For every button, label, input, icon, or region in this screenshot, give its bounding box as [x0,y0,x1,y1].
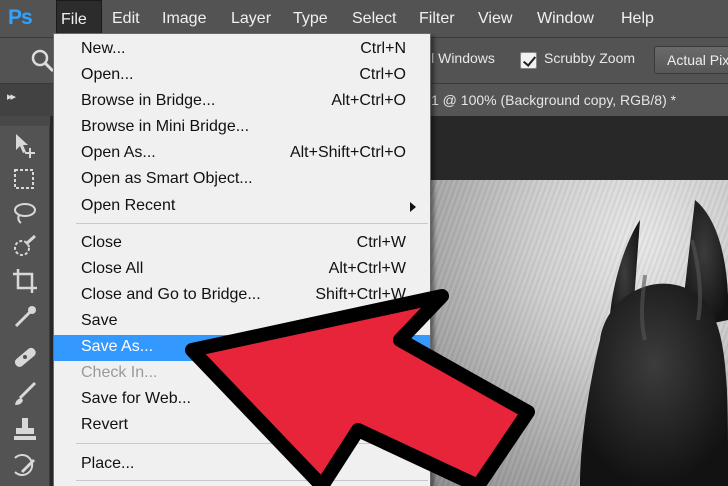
menu-item-open-recent[interactable]: Open Recent [54,194,430,220]
menu-item-label: Open As... [81,144,156,161]
marquee-tool-icon[interactable] [10,164,40,194]
menu-help[interactable]: Help [617,0,658,38]
menu-item-shortcut: Ctrl+O [359,66,406,83]
menu-item-label: Close and Go to Bridge... [81,286,261,303]
brush-tool-icon[interactable] [10,378,40,408]
menu-item-label: Open... [81,66,134,83]
menu-item-shortcut: Alt+Ctrl+O [331,92,406,109]
menu-item-label: New... [81,40,126,57]
menu-item-close-and-go-to-bridge[interactable]: Close and Go to Bridge... Shift+Ctrl+W [54,283,430,309]
menu-item-shortcut: Alt+Shift+Ctrl+O [289,144,406,161]
menu-item-label: Revert [81,416,129,433]
menu-item-shortcut: Ctrl+N [360,40,406,57]
menu-item-label: Close All [81,260,144,277]
menu-item-open[interactable]: Open... Ctrl+O [54,63,430,89]
menu-item-revert[interactable]: Revert [54,413,430,439]
menu-item-label: Save As... [81,338,154,355]
actual-pixels-button[interactable]: Actual Pixels [654,46,728,74]
menu-separator [76,480,428,481]
menu-item-shortcut: Ctrl+W [356,234,406,251]
tools-panel [0,116,50,486]
menu-item-label: Check In... [81,364,158,381]
menu-item-label: Browse in Mini Bridge... [81,118,250,135]
menu-item-label: Browse in Bridge... [81,92,216,109]
menu-item-label: Open as Smart Object... [81,170,253,187]
scrubby-zoom-checkbox[interactable] [520,52,537,69]
crop-tool-icon[interactable] [10,266,40,296]
menu-item-label: Place... [81,455,135,472]
lasso-tool-icon[interactable] [10,198,40,228]
menu-item-browse-in-mini-bridge[interactable]: Browse in Mini Bridge... [54,115,430,141]
tools-panel-grip[interactable] [0,116,50,126]
menu-item-browse-in-bridge[interactable]: Browse in Bridge... Alt+Ctrl+O [54,89,430,115]
menu-item-close-all[interactable]: Close All Alt+Ctrl+W [54,257,430,283]
document-image[interactable] [430,180,728,486]
scrubby-zoom-label[interactable]: Scrubby Zoom [544,50,635,66]
resize-all-windows-label[interactable]: ll Windows [428,50,495,66]
clone-stamp-tool-icon[interactable] [10,414,40,444]
menu-item-new[interactable]: New... Ctrl+N [54,37,430,63]
menu-item-label: Open Recent [81,197,176,214]
menu-item-label: Save [81,312,118,329]
menu-item-open-as-smart-object[interactable]: Open as Smart Object... [54,167,430,193]
photoshop-logo[interactable]: Ps [8,4,42,32]
menu-separator [76,443,428,444]
menu-item-close[interactable]: Close Ctrl+W [54,231,430,257]
menu-item-shortcut: Alt+Ctrl+W [328,260,406,277]
chevron-right-icon [410,202,416,212]
menu-item-shortcut: Shift+Ctrl+W [315,286,406,303]
menu-view[interactable]: View [474,0,516,38]
menu-item-label: Close [81,234,122,251]
document-tab[interactable]: 1 @ 100% (Background copy, RGB/8) * [430,84,728,116]
menu-item-place[interactable]: Place... [54,452,430,478]
menu-item-save-for-web[interactable]: Save for Web... [54,387,430,413]
move-tool-icon[interactable] [10,130,40,160]
collapse-panel-icon[interactable]: ▸▸ [7,90,16,103]
menu-item-open-as[interactable]: Open As... Alt+Shift+Ctrl+O [54,141,430,167]
healing-brush-tool-icon[interactable] [10,342,40,372]
menu-item-check-in: Check In... [54,361,430,387]
file-menu: New... Ctrl+N Open... Ctrl+O Browse in B… [53,33,431,486]
menu-window[interactable]: Window [533,0,598,38]
menu-item-save-as[interactable]: Save As... [54,335,430,361]
menu-item-label: Save for Web... [81,390,191,407]
menu-separator [76,223,428,224]
history-brush-tool-icon[interactable] [10,450,40,480]
eyedropper-tool-icon[interactable] [10,302,40,332]
dog-silhouette-image [580,200,728,486]
menu-item-save[interactable]: Save [54,309,430,335]
quick-select-tool-icon[interactable] [10,232,40,262]
